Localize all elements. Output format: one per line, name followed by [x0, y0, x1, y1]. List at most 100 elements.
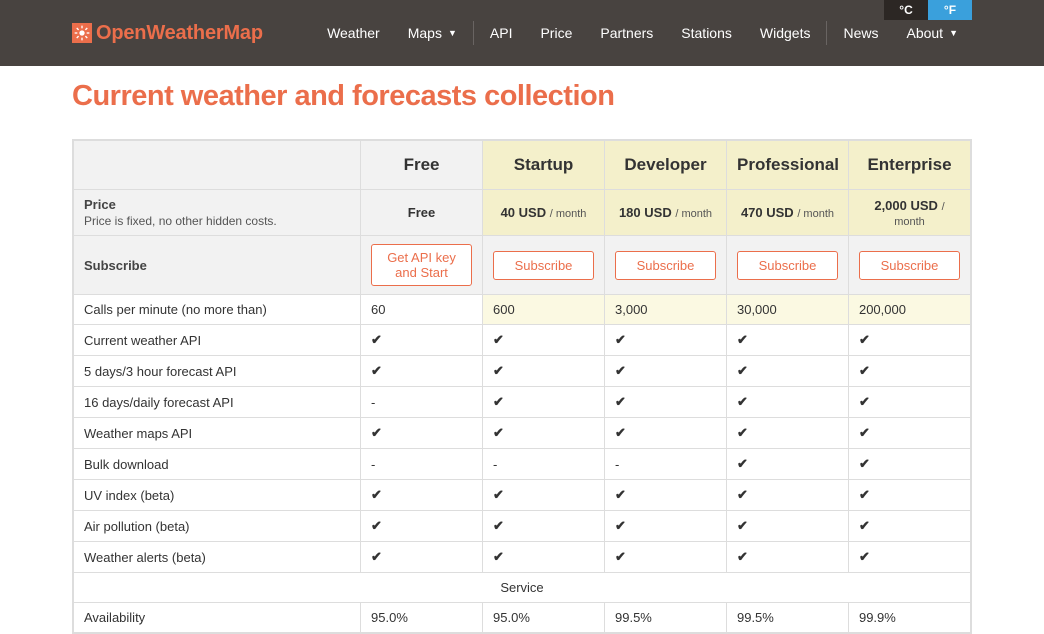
feature-cell: ✔	[848, 449, 970, 480]
subscribe-button[interactable]: Subscribe	[859, 251, 960, 280]
nav-label: Stations	[681, 25, 732, 41]
feature-cell: ✔	[848, 480, 970, 511]
calls-startup: 600	[483, 295, 605, 325]
feature-cell: ✔	[361, 511, 483, 542]
nav-price[interactable]: Price	[526, 0, 586, 66]
feature-cell: ✔	[848, 418, 970, 449]
calls-professional: 30,000	[726, 295, 848, 325]
price-value: 180 USD	[619, 205, 672, 220]
subscribe-button[interactable]: Subscribe	[737, 251, 838, 280]
get-api-key-button[interactable]: Get API key and Start	[371, 244, 472, 286]
feature-row: Bulk download---✔✔	[74, 449, 971, 480]
subscribe-button[interactable]: Subscribe	[493, 251, 594, 280]
feature-row: UV index (beta)✔✔✔✔✔	[74, 480, 971, 511]
price-permonth: / month	[797, 208, 834, 220]
price-startup: 40 USD / month	[483, 190, 605, 236]
feature-cell: ✔	[483, 542, 605, 573]
feature-cell: -	[361, 449, 483, 480]
price-value: 40 USD	[501, 205, 547, 220]
subscribe-label: Subscribe	[84, 258, 147, 273]
subscribe-row: Subscribe Get API key and Start Subscrib…	[74, 236, 971, 295]
price-permonth: / month	[675, 208, 712, 220]
nav-label: News	[843, 25, 878, 41]
feature-label: Current weather API	[74, 325, 361, 356]
plan-header-free: Free	[361, 141, 483, 190]
plan-header-startup: Startup	[483, 141, 605, 190]
plan-header-professional: Professional	[726, 141, 848, 190]
nav-maps[interactable]: Maps▼	[394, 0, 471, 66]
nav-label: Weather	[327, 25, 380, 41]
nav-label: About	[906, 25, 943, 41]
subscribe-button[interactable]: Subscribe	[615, 251, 716, 280]
plan-header-developer: Developer	[605, 141, 727, 190]
feature-cell: ✔	[483, 356, 605, 387]
price-value: 2,000 USD	[874, 198, 938, 213]
price-free: Free	[361, 190, 483, 236]
subscribe-cell-professional: Subscribe	[726, 236, 848, 295]
nav-widgets[interactable]: Widgets	[746, 0, 825, 66]
price-sublabel: Price is fixed, no other hidden costs.	[84, 214, 350, 228]
price-label: Price	[84, 197, 116, 212]
nav-divider	[826, 21, 827, 45]
calls-developer: 3,000	[605, 295, 727, 325]
feature-row: Current weather API✔✔✔✔✔	[74, 325, 971, 356]
price-row: Price Price is fixed, no other hidden co…	[74, 190, 971, 236]
feature-cell: ✔	[848, 325, 970, 356]
feature-label: Air pollution (beta)	[74, 511, 361, 542]
feature-cell: ✔	[361, 418, 483, 449]
nav-weather[interactable]: Weather	[313, 0, 394, 66]
nav-divider	[473, 21, 474, 45]
subscribe-cell-startup: Subscribe	[483, 236, 605, 295]
unit-celsius-button[interactable]: °C	[884, 0, 928, 20]
page-title: Current weather and forecasts collection	[0, 66, 1044, 113]
feature-cell: ✔	[361, 325, 483, 356]
feature-label: 5 days/3 hour forecast API	[74, 356, 361, 387]
feature-cell: ✔	[726, 356, 848, 387]
feature-cell: ✔	[483, 480, 605, 511]
feature-cell: ✔	[605, 542, 727, 573]
feature-label: Bulk download	[74, 449, 361, 480]
feature-row: 16 days/daily forecast API-✔✔✔✔	[74, 387, 971, 418]
price-developer: 180 USD / month	[605, 190, 727, 236]
feature-label: Weather alerts (beta)	[74, 542, 361, 573]
feature-row: Weather alerts (beta)✔✔✔✔✔	[74, 542, 971, 573]
brand-text: OpenWeatherMap	[96, 22, 263, 45]
feature-cell: ✔	[605, 325, 727, 356]
feature-cell: -	[483, 449, 605, 480]
nav-label: Price	[540, 25, 572, 41]
nav-api[interactable]: API	[476, 0, 527, 66]
service-header: Service	[74, 573, 971, 603]
price-row-header: Price Price is fixed, no other hidden co…	[74, 190, 361, 236]
nav-label: Maps	[408, 25, 442, 41]
navbar: °C °F OpenWeatherMap Weather Maps▼ API P…	[0, 0, 1044, 66]
feature-row: Air pollution (beta)✔✔✔✔✔	[74, 511, 971, 542]
feature-cell: ✔	[726, 325, 848, 356]
feature-row: 5 days/3 hour forecast API✔✔✔✔✔	[74, 356, 971, 387]
nav-label: API	[490, 25, 513, 41]
feature-cell: ✔	[848, 356, 970, 387]
empty-header	[74, 141, 361, 190]
feature-cell: ✔	[361, 480, 483, 511]
feature-cell: -	[361, 387, 483, 418]
feature-cell: ✔	[483, 418, 605, 449]
feature-label: 16 days/daily forecast API	[74, 387, 361, 418]
feature-cell: ✔	[726, 511, 848, 542]
unit-fahrenheit-button[interactable]: °F	[928, 0, 972, 20]
calls-row-header: Calls per minute (no more than)	[74, 295, 361, 325]
plan-header-enterprise: Enterprise	[848, 141, 970, 190]
feature-cell: ✔	[483, 387, 605, 418]
feature-cell: ✔	[848, 387, 970, 418]
brand-sun-icon	[72, 23, 92, 43]
nav-partners[interactable]: Partners	[586, 0, 667, 66]
feature-cell: ✔	[605, 480, 727, 511]
plan-header-row: Free Startup Developer Professional Ente…	[74, 141, 971, 190]
feature-cell: ✔	[848, 511, 970, 542]
calls-free: 60	[361, 295, 483, 325]
feature-cell: ✔	[726, 387, 848, 418]
price-professional: 470 USD / month	[726, 190, 848, 236]
feature-label: UV index (beta)	[74, 480, 361, 511]
brand-link[interactable]: OpenWeatherMap	[72, 22, 263, 45]
subscribe-cell-free: Get API key and Start	[361, 236, 483, 295]
pricing-table: Free Startup Developer Professional Ente…	[72, 139, 972, 634]
nav-stations[interactable]: Stations	[667, 0, 746, 66]
